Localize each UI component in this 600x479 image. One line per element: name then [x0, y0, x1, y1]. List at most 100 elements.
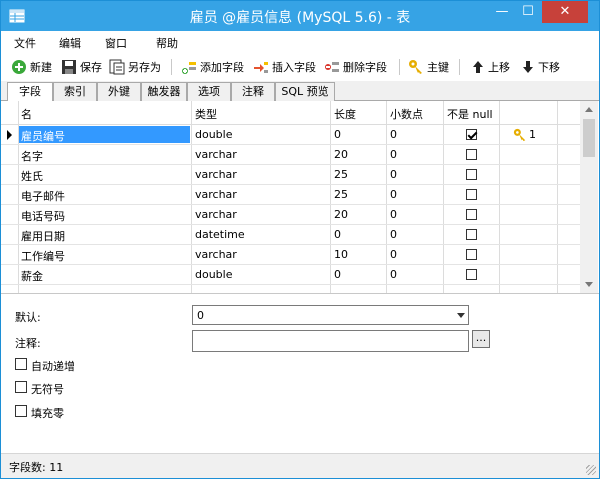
- unsigned-label: 无符号: [31, 383, 64, 396]
- field-length[interactable]: 10: [334, 248, 348, 261]
- tab-comments[interactable]: 注释: [231, 82, 275, 101]
- add-field-button[interactable]: 添加字段: [181, 58, 244, 76]
- tab-options[interactable]: 选项: [187, 82, 231, 101]
- field-length[interactable]: 0: [334, 128, 341, 141]
- comment-input[interactable]: [192, 330, 469, 352]
- title-bar[interactable]: 雇员 @雇员信息 (MySQL 5.6) - 表 — ☐ ✕: [1, 1, 599, 31]
- maximize-button[interactable]: ☐: [515, 1, 541, 23]
- resize-grip-icon[interactable]: [586, 465, 596, 475]
- field-name[interactable]: 电子邮件: [21, 188, 65, 204]
- field-type[interactable]: varchar: [195, 188, 237, 201]
- table-row[interactable]: 工作编号 varchar 10 0: [1, 245, 581, 265]
- field-decimals[interactable]: 0: [390, 248, 397, 261]
- field-length[interactable]: 25: [334, 188, 348, 201]
- scroll-up-arrow-icon[interactable]: [585, 107, 593, 112]
- tab-foreign-keys[interactable]: 外键: [97, 82, 141, 101]
- column-header-decimals[interactable]: 小数点: [390, 106, 423, 122]
- toolbar-separator: [399, 59, 400, 75]
- field-type[interactable]: varchar: [195, 208, 237, 221]
- field-name[interactable]: 薪金: [21, 268, 43, 284]
- menu-edit[interactable]: 编辑: [59, 35, 81, 51]
- menu-help[interactable]: 帮助: [156, 35, 178, 51]
- save-as-button[interactable]: 另存为: [109, 58, 161, 76]
- zerofill-checkbox[interactable]: [15, 405, 27, 417]
- new-button[interactable]: 新建: [11, 58, 52, 76]
- field-length[interactable]: 25: [334, 168, 348, 181]
- column-header-length[interactable]: 长度: [334, 106, 356, 122]
- new-icon: [12, 60, 26, 74]
- tab-sql-preview[interactable]: SQL 预览: [275, 82, 335, 101]
- field-decimals[interactable]: 0: [390, 188, 397, 201]
- menu-window[interactable]: 窗口: [105, 35, 127, 51]
- scroll-down-arrow-icon[interactable]: [585, 282, 593, 287]
- arrow-down-icon: [523, 61, 533, 73]
- field-type[interactable]: varchar: [195, 168, 237, 181]
- scrollbar-thumb[interactable]: [583, 119, 595, 157]
- field-type[interactable]: varchar: [195, 148, 237, 161]
- field-decimals[interactable]: 0: [390, 268, 397, 281]
- current-row-indicator: [7, 130, 12, 140]
- table-row[interactable]: 雇用日期 datetime 0 0: [1, 225, 581, 245]
- field-type[interactable]: datetime: [195, 228, 245, 241]
- close-button[interactable]: ✕: [542, 1, 588, 23]
- not-null-checkbox[interactable]: [466, 269, 477, 280]
- field-length[interactable]: 20: [334, 148, 348, 161]
- table-row[interactable]: 雇员编号 double 0 0 1: [1, 125, 581, 145]
- field-decimals[interactable]: 0: [390, 208, 397, 221]
- not-null-checkbox[interactable]: [466, 229, 477, 240]
- default-label: 默认:: [15, 311, 41, 324]
- column-header-type[interactable]: 类型: [195, 106, 217, 122]
- field-length[interactable]: 20: [334, 208, 348, 221]
- move-up-button[interactable]: 上移: [471, 58, 510, 76]
- tab-triggers[interactable]: 触发器: [141, 82, 187, 101]
- not-null-checkbox[interactable]: [466, 249, 477, 260]
- table-row[interactable]: 电话号码 varchar 20 0: [1, 205, 581, 225]
- table-row[interactable]: 名字 varchar 20 0: [1, 145, 581, 165]
- save-button[interactable]: 保存: [61, 58, 102, 76]
- field-type[interactable]: varchar: [195, 248, 237, 261]
- column-header-not-null[interactable]: 不是 null: [447, 106, 493, 122]
- not-null-checkbox[interactable]: [466, 169, 477, 180]
- unsigned-checkbox[interactable]: [15, 381, 27, 393]
- comment-ellipsis-button[interactable]: ...: [472, 330, 490, 348]
- selected-cell[interactable]: 雇员编号: [19, 126, 190, 143]
- primary-key-button[interactable]: 主键: [408, 58, 449, 76]
- move-down-button[interactable]: 下移: [521, 58, 560, 76]
- insert-field-button[interactable]: 插入字段: [253, 58, 316, 76]
- column-header-name[interactable]: 名: [21, 106, 32, 122]
- not-null-checkbox[interactable]: [466, 149, 477, 160]
- field-decimals[interactable]: 0: [390, 168, 397, 181]
- field-name[interactable]: 电话号码: [21, 208, 65, 224]
- fields-grid[interactable]: 名 类型 长度 小数点 不是 null 雇员编号 double 0 0 1 名字…: [1, 101, 599, 294]
- field-decimals[interactable]: 0: [390, 128, 397, 141]
- auto-increment-checkbox[interactable]: [15, 358, 27, 370]
- table-row[interactable]: 电子邮件 varchar 25 0: [1, 185, 581, 205]
- tab-fields[interactable]: 字段: [7, 82, 53, 102]
- field-length[interactable]: 0: [334, 268, 341, 281]
- minimize-button[interactable]: —: [489, 1, 515, 23]
- auto-increment-label: 自动递增: [31, 360, 75, 373]
- table-row[interactable]: 薪金 double 0 0: [1, 265, 581, 285]
- grid-scrollbar[interactable]: [580, 101, 598, 293]
- tab-indexes[interactable]: 索引: [53, 82, 97, 101]
- field-length[interactable]: 0: [334, 228, 341, 241]
- not-null-checkbox[interactable]: [466, 189, 477, 200]
- comment-label: 注释:: [15, 337, 41, 350]
- menu-file[interactable]: 文件: [14, 35, 36, 51]
- field-name[interactable]: 姓氏: [21, 168, 43, 184]
- field-name[interactable]: 雇用日期: [21, 228, 65, 244]
- field-name[interactable]: 工作编号: [21, 248, 65, 264]
- not-null-checkbox[interactable]: [466, 209, 477, 220]
- default-value-combo[interactable]: 0: [192, 305, 469, 325]
- toolbar-separator: [171, 59, 172, 75]
- table-row[interactable]: 姓氏 varchar 25 0: [1, 165, 581, 185]
- chevron-down-icon[interactable]: [457, 313, 465, 318]
- field-decimals[interactable]: 0: [390, 228, 397, 241]
- field-name[interactable]: 名字: [21, 148, 43, 164]
- field-type[interactable]: double: [195, 128, 233, 141]
- field-type[interactable]: double: [195, 268, 233, 281]
- delete-field-button[interactable]: 删除字段: [324, 58, 387, 76]
- field-decimals[interactable]: 0: [390, 148, 397, 161]
- save-label: 保存: [80, 61, 102, 74]
- not-null-checkbox[interactable]: [466, 129, 477, 140]
